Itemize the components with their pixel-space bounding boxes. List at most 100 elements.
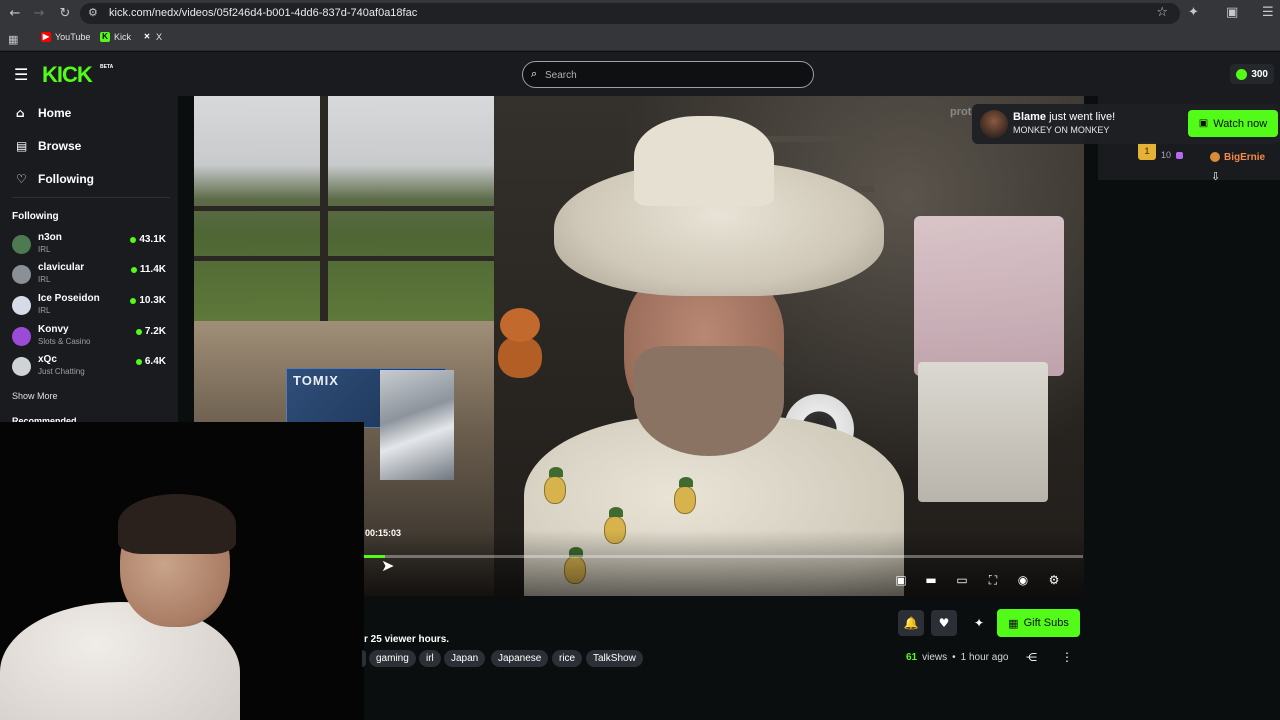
share-icon[interactable]: ⋲ — [1026, 651, 1037, 664]
gift-icon: ▦ — [1008, 616, 1019, 630]
expand-leaderboard-icon[interactable]: ⇩ — [1211, 170, 1220, 183]
sidebar-item-label: Following — [38, 172, 94, 186]
video-meta: 61 views • 1 hour ago — [906, 652, 1008, 663]
x-icon: ✕ — [143, 32, 151, 41]
meta-separator: • — [952, 652, 956, 663]
seek-timestamp: 00:15:03 — [365, 528, 402, 538]
tag-partial[interactable] — [362, 650, 366, 667]
viewer-count-value: 7.2K — [144, 326, 166, 337]
viewer-count: 6.4K — [135, 356, 166, 367]
home-icon: ⌂ — [16, 106, 25, 120]
search-icon: ⌕ — [531, 67, 538, 80]
tag-rice[interactable]: rice — [552, 650, 583, 667]
viewer-count: 7.2K — [135, 326, 166, 337]
points-badge[interactable]: 300 — [1230, 64, 1274, 84]
gift-subs-button[interactable]: ▦ Gift Subs — [997, 609, 1080, 637]
sidebar-item-browse[interactable]: ▤ Browse — [16, 139, 81, 153]
notification-title: Blame just went live! — [1013, 111, 1115, 123]
heart-icon: ♡ — [16, 172, 27, 186]
sidebar-item-home[interactable]: ⌂ Home — [16, 106, 71, 120]
leaderboard-count: 10 — [1161, 150, 1172, 160]
bookmark-x[interactable]: ✕ X — [142, 32, 162, 42]
back-arrow-icon[interactable]: ← — [6, 5, 24, 23]
bookmark-kick[interactable]: K Kick — [100, 32, 131, 42]
side-panel-icon[interactable]: ▣ — [1226, 5, 1238, 20]
address-bar[interactable]: ⚙ kick.com/nedx/videos/05f246d4-b001-4dd… — [80, 3, 1180, 24]
mini-player-icon[interactable]: ▣ — [893, 572, 909, 588]
hamburger-menu-icon[interactable]: ☰ — [14, 65, 28, 84]
url-text[interactable]: kick.com/nedx/videos/05f246d4-b001-4dd6-… — [109, 7, 417, 19]
sidebar-channel-xqc[interactable]: xQc Just Chatting 6.4K — [12, 354, 170, 382]
notification-streamer: Blame — [1013, 111, 1047, 123]
bookmark-label: X — [156, 32, 163, 42]
search-bar[interactable]: ⌕ — [522, 61, 814, 88]
video-scene — [194, 256, 494, 261]
forward-arrow-icon[interactable]: → — [30, 5, 48, 23]
avatar — [12, 296, 31, 315]
menu-icon[interactable]: ☰ — [1262, 5, 1274, 20]
channel-name: n3on — [38, 232, 62, 243]
sidebar-channel-konvy[interactable]: Konvy Slots & Casino 7.2K — [12, 324, 170, 352]
notification-message: just went live! — [1049, 111, 1116, 123]
apps-grid-icon[interactable]: ▦ — [8, 33, 18, 46]
viewer-count: 11.4K — [130, 264, 166, 275]
tv-icon: ▣ — [1198, 118, 1209, 129]
following-section-title: Following — [12, 211, 59, 222]
video-age: 1 hour ago — [960, 652, 1009, 663]
avatar — [980, 110, 1008, 138]
sidebar-divider — [12, 197, 170, 198]
sidebar-channel-clavicular[interactable]: clavicular IRL 11.4K — [12, 262, 170, 290]
watch-now-label: Watch now — [1213, 117, 1268, 130]
channel-name: Ice Poseidon — [38, 293, 100, 304]
views-label: views — [922, 652, 948, 663]
channel-category: Slots & Casino — [38, 337, 91, 346]
seek-bar[interactable] — [363, 555, 1083, 558]
wide-mode-icon[interactable]: ▭ — [954, 572, 970, 588]
viewer-count: 10.3K — [130, 295, 166, 306]
follow-button[interactable]: ♥ — [931, 610, 957, 636]
extensions-icon[interactable]: ✦ — [1188, 5, 1199, 20]
tag-japanese[interactable]: Japanese — [491, 650, 549, 667]
sidebar-channel-ice-poseidon[interactable]: Ice Poseidon IRL 10.3K — [12, 293, 170, 321]
tag-japan[interactable]: Japan — [444, 650, 486, 667]
tag-talkshow[interactable]: TalkShow — [586, 650, 643, 667]
viewer-count-value: 10.3K — [139, 295, 166, 306]
search-input[interactable] — [545, 67, 795, 83]
reload-icon[interactable]: ↻ — [56, 5, 74, 23]
sidebar-item-label: Browse — [38, 139, 82, 153]
fullscreen-icon[interactable]: ⛶ — [985, 572, 1001, 588]
avatar — [12, 265, 31, 284]
theater-mode-icon[interactable]: ▬ — [923, 572, 939, 588]
video-watermark: prot — [950, 106, 972, 118]
site-header: ☰ KICK BETA ⌕ 300 — [0, 52, 1280, 96]
gift-subs-label: Gift Subs — [1023, 617, 1069, 629]
live-dot-icon — [130, 266, 137, 273]
sidebar-item-following[interactable]: ♡ Following — [16, 172, 94, 186]
tag-gaming[interactable]: gaming — [369, 650, 416, 667]
heart-icon: ♥ — [938, 616, 950, 630]
notification-bell-button[interactable]: 🔔 — [898, 610, 924, 636]
sparkle-icon: ✦ — [973, 616, 985, 630]
live-dot-icon — [130, 297, 137, 304]
tag-irl[interactable]: irl — [419, 650, 441, 667]
beta-label: BETA — [100, 64, 114, 70]
sidebar-item-label: Home — [38, 106, 72, 120]
settings-icon[interactable]: ⚙ — [1046, 572, 1062, 588]
watch-now-button[interactable]: ▣ Watch now — [1188, 110, 1278, 137]
site-settings-icon[interactable]: ⚙ — [88, 6, 98, 19]
notification-subtitle: MONKEY ON MONKEY — [1013, 125, 1110, 135]
channel-name: xQc — [38, 354, 57, 365]
more-options-icon[interactable]: ⋮ — [1061, 650, 1073, 664]
bookmarks-bar: ▦ ▶ YouTube K Kick ✕ X — [0, 27, 1280, 51]
leaderboard-username[interactable]: BigErnie — [1224, 152, 1265, 163]
sidebar-channel-n3on[interactable]: n3on IRL 43.1K — [12, 232, 170, 260]
playback-speed-icon[interactable]: ◉ — [1015, 572, 1031, 588]
channel-category: IRL — [38, 275, 51, 284]
clip-button[interactable]: ✦ — [966, 610, 992, 636]
bookmark-youtube[interactable]: ▶ YouTube — [41, 32, 90, 42]
bookmark-star-icon[interactable]: ☆ — [1156, 5, 1168, 20]
show-more-link[interactable]: Show More — [12, 391, 58, 401]
bookmark-label: YouTube — [55, 32, 91, 42]
avatar — [12, 357, 31, 376]
kick-logo[interactable]: KICK — [42, 62, 93, 88]
